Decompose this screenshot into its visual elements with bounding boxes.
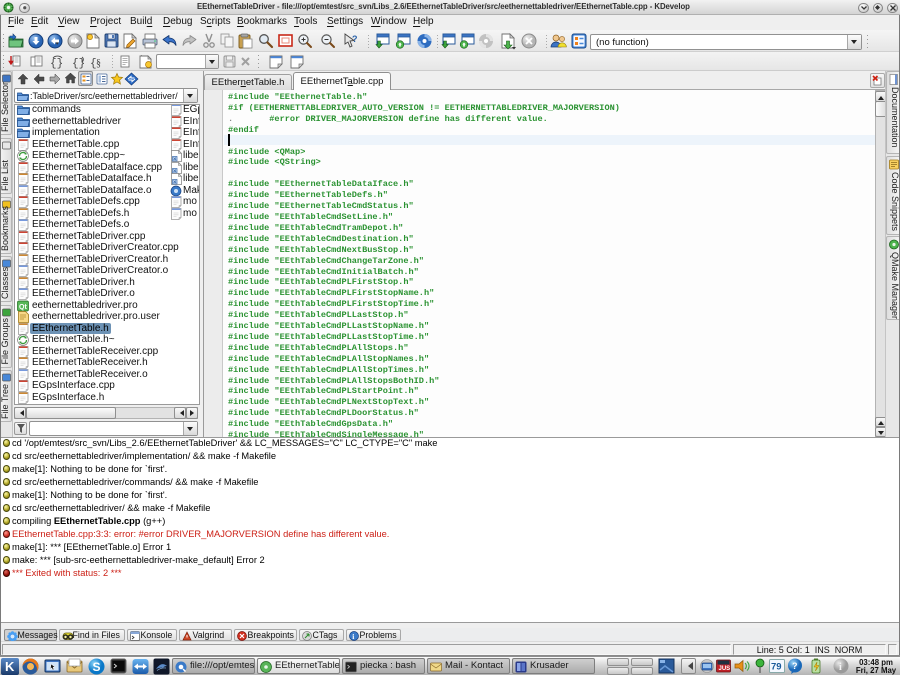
svg-text:K: K — [5, 659, 15, 674]
svg-text:i: i — [839, 662, 842, 673]
svg-text:?: ? — [792, 661, 798, 671]
svg-text:§: § — [96, 58, 101, 69]
svg-text:JUS: JUS — [719, 666, 731, 672]
svg-text:S: S — [93, 660, 101, 674]
svg-text:Qt: Qt — [19, 304, 27, 311]
svg-text:?: ? — [352, 34, 358, 44]
svg-text:i: i — [352, 632, 354, 641]
svg-text:79: 79 — [771, 662, 782, 673]
svg-text:{}: {} — [50, 58, 63, 70]
